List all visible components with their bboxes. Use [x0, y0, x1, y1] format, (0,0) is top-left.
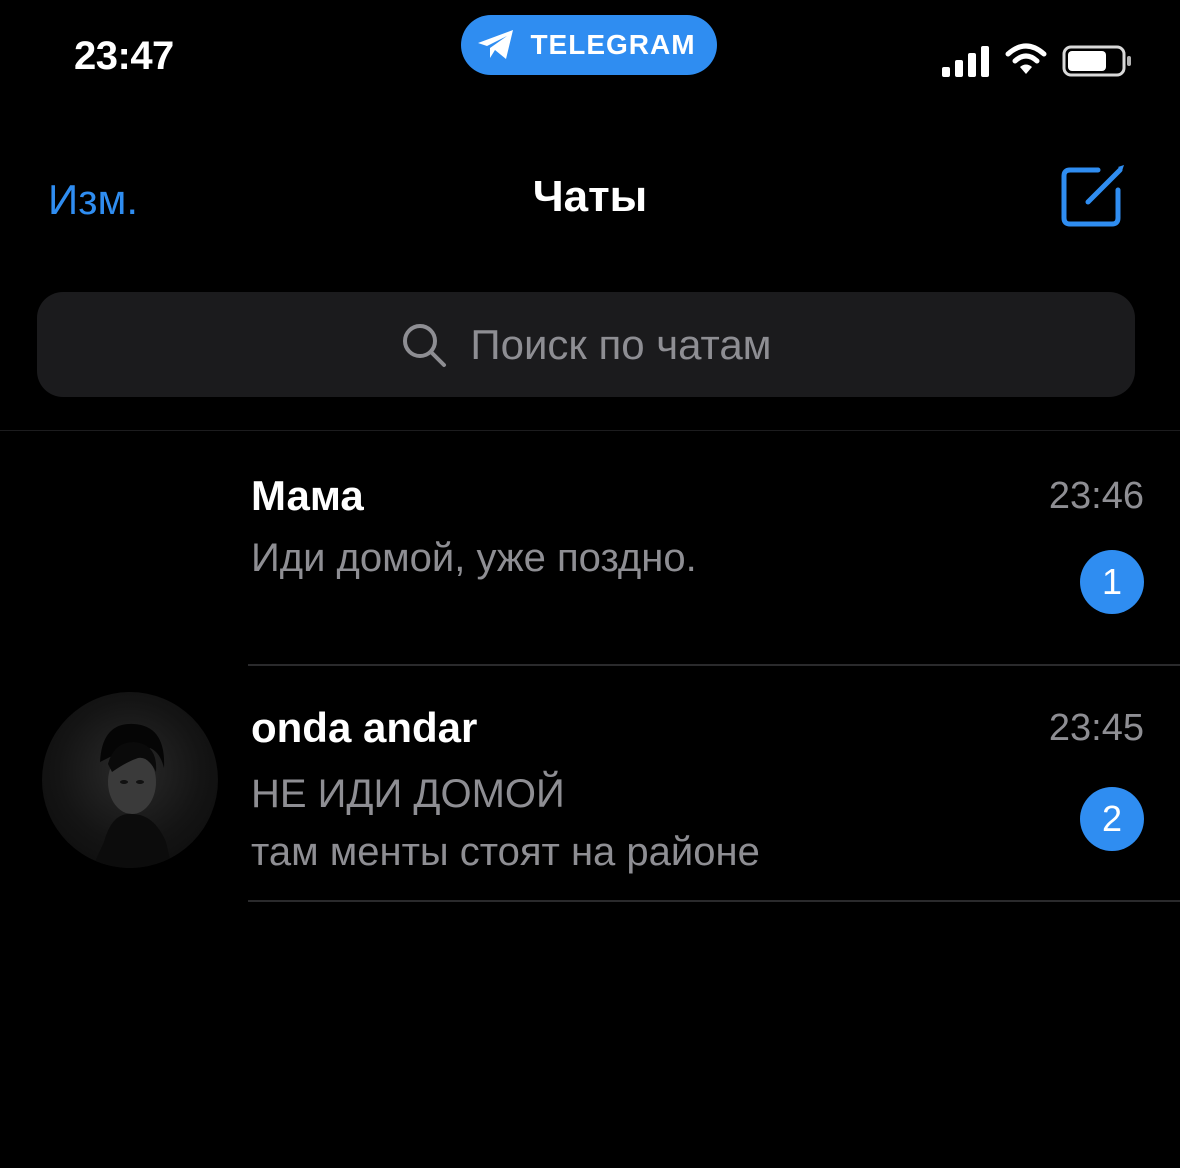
paper-plane-icon	[478, 30, 514, 59]
chat-message-preview-line-1: НЕ ИДИ ДОМОЙ	[251, 772, 565, 816]
chat-row-onda-andar[interactable]: onda andar 23:45 НЕ ИДИ ДОМОЙ там менты …	[0, 666, 1180, 900]
search-input[interactable]: Поиск по чатам	[37, 292, 1135, 397]
unread-badge: 2	[1080, 787, 1144, 851]
compose-icon[interactable]	[1058, 162, 1128, 228]
divider	[0, 430, 1180, 431]
page-title: Чаты	[532, 172, 648, 221]
telegram-app-pill[interactable]: TELEGRAM	[461, 15, 717, 75]
chat-message-preview: Иди домой, уже поздно.	[251, 536, 697, 580]
divider	[248, 900, 1180, 902]
chat-message-preview-line-2: там менты стоят на районе	[251, 830, 760, 874]
search-placeholder: Поиск по чатам	[470, 320, 772, 368]
cellular-signal-icon	[942, 46, 989, 77]
status-time: 23:47	[74, 34, 174, 78]
chat-name: onda andar	[251, 704, 478, 751]
chat-time: 23:45	[1048, 707, 1144, 749]
battery-icon	[1062, 45, 1131, 77]
chat-name: Мама	[251, 472, 364, 519]
search-icon	[403, 323, 447, 367]
unread-badge: 1	[1080, 550, 1144, 614]
chat-time: 23:46	[1048, 475, 1144, 517]
telegram-pill-label: TELEGRAM	[530, 29, 696, 60]
chat-row-mama[interactable]: Мама 23:46 Иди домой, уже поздно. 1	[0, 432, 1180, 664]
wifi-icon	[1005, 43, 1047, 74]
